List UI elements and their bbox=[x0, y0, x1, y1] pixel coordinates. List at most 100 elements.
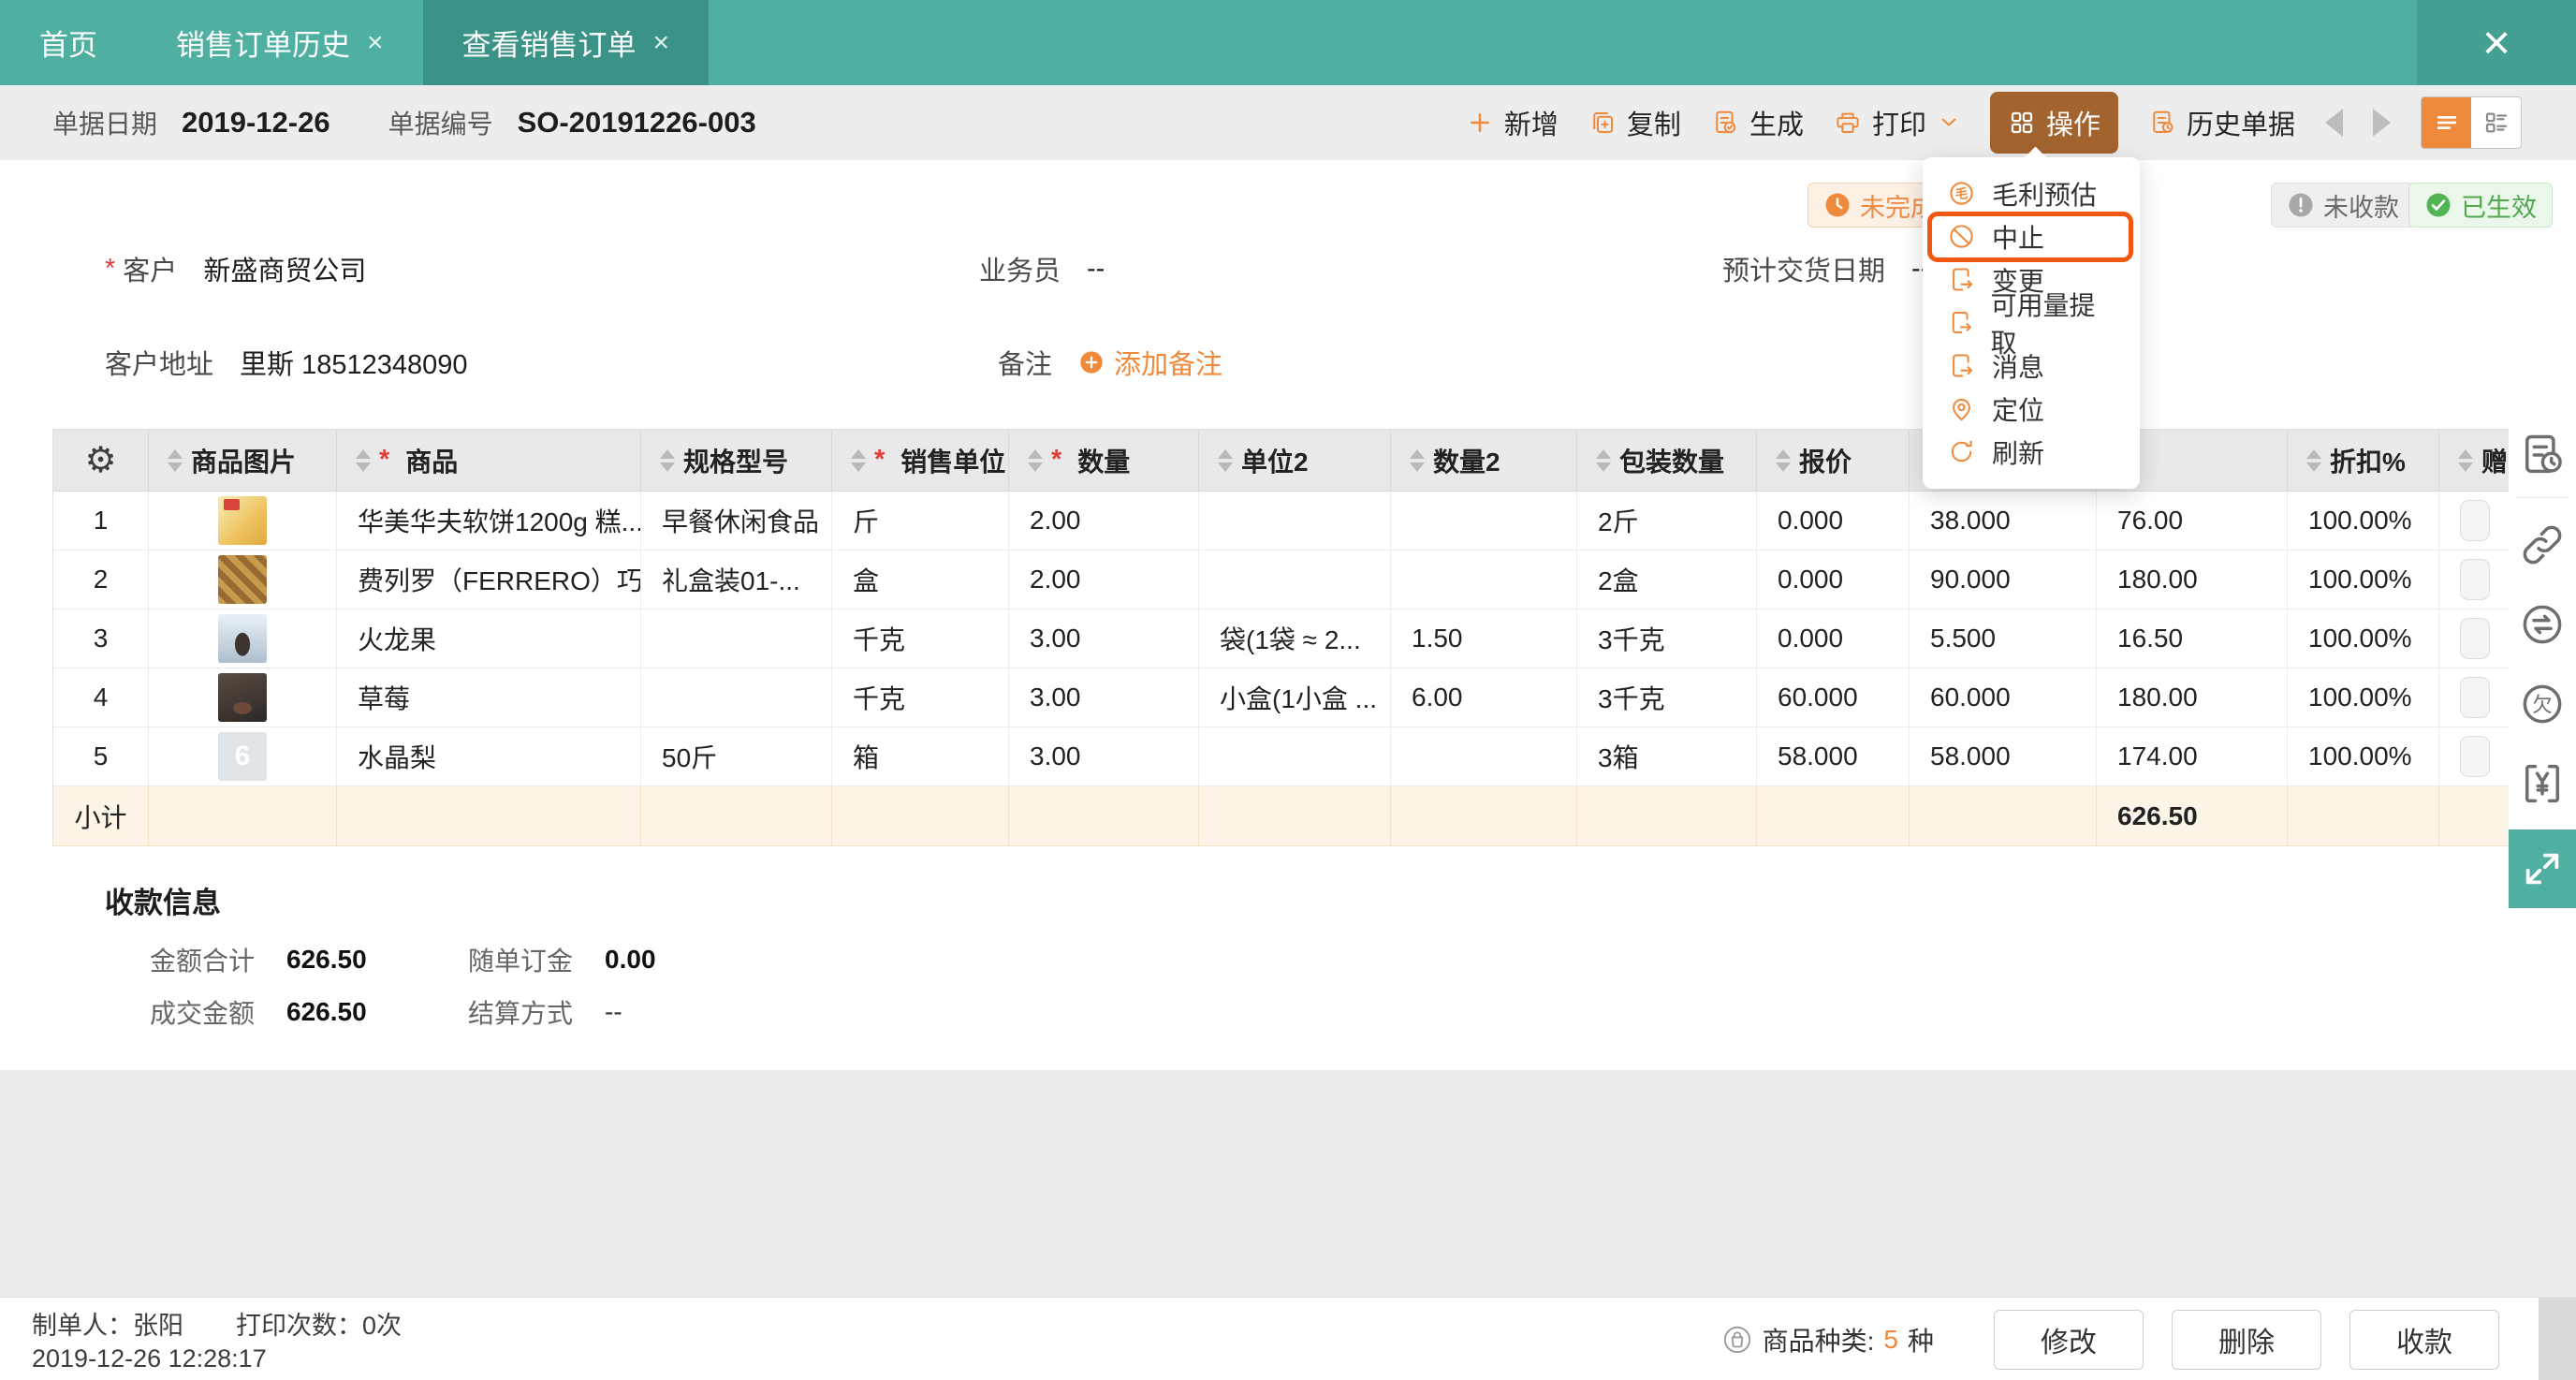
tab-label: 销售订单历史 bbox=[176, 29, 350, 62]
subtotal-cell-amount: 626.50 bbox=[2097, 786, 2288, 846]
cell-price: 5.500 bbox=[1910, 609, 2097, 668]
subtotal-cell-qty2 bbox=[1391, 786, 1577, 846]
receive-payment-button[interactable]: 收款 bbox=[2349, 1309, 2499, 1370]
add-remark-button[interactable]: 添加备注 bbox=[1078, 343, 1222, 382]
sort-arrows[interactable] bbox=[2458, 448, 2473, 472]
close-icon[interactable]: × bbox=[367, 27, 384, 59]
print-dropdown-chevron[interactable] bbox=[1938, 111, 1960, 134]
sort-arrows[interactable] bbox=[2306, 448, 2321, 472]
actions-dropdown-menu: 毛毛利预估 中止 变更 可用量提取 消息 定位 刷新 bbox=[1922, 156, 2140, 489]
cell-name: 费列罗（FERRERO）巧... bbox=[337, 551, 641, 609]
cell-unit: 千克 bbox=[832, 609, 1009, 668]
owe-tool-button[interactable]: 欠 bbox=[2518, 680, 2567, 731]
required-asterisk: * bbox=[105, 253, 116, 284]
sort-arrows[interactable] bbox=[851, 448, 866, 472]
refresh-icon bbox=[1947, 437, 1976, 466]
add-button[interactable]: 新增 bbox=[1466, 103, 1559, 142]
delete-button[interactable]: 删除 bbox=[2172, 1309, 2321, 1370]
gift-checkbox[interactable] bbox=[2459, 736, 2490, 777]
deposit-label: 随单订金 bbox=[468, 947, 574, 976]
table-column-header[interactable]: 赠 bbox=[2439, 430, 2510, 492]
action-menu-item[interactable]: 刷新 bbox=[1923, 431, 2140, 474]
gift-checkbox[interactable] bbox=[2459, 677, 2490, 718]
next-doc-arrow[interactable] bbox=[2373, 108, 2391, 137]
print-button[interactable]: 打印 bbox=[1834, 103, 1926, 142]
yen-tool-button[interactable] bbox=[2518, 759, 2567, 811]
customer-address-value: 里斯 18512348090 bbox=[240, 350, 468, 380]
table-column-header[interactable]: 数量2 bbox=[1391, 430, 1577, 492]
action-menu-item[interactable]: 毛 毛利预估 bbox=[1923, 172, 2140, 215]
status-badge-unpaid: 未收款 bbox=[2271, 183, 2415, 228]
delivery-date-field: 预计交货日期 -- bbox=[1722, 250, 1929, 287]
tab-home[interactable]: 首页 bbox=[0, 0, 137, 85]
creator-label: 制单人： bbox=[32, 1311, 133, 1340]
table-column-header[interactable]: 包装数量 bbox=[1577, 430, 1757, 492]
gift-checkbox[interactable] bbox=[2459, 559, 2490, 600]
modify-button[interactable]: 修改 bbox=[1994, 1309, 2144, 1370]
table-column-header[interactable]: * 数量 bbox=[1009, 430, 1199, 492]
salesman-field: 业务员 -- bbox=[979, 250, 1105, 287]
gift-checkbox[interactable] bbox=[2459, 618, 2490, 659]
table-column-header[interactable]: * 销售单位 bbox=[832, 430, 1009, 492]
salesman-value: -- bbox=[1087, 253, 1105, 284]
link-tool-button[interactable] bbox=[2518, 521, 2567, 572]
column-label: 单位2 bbox=[1241, 447, 1309, 477]
window-close-button[interactable]: × bbox=[2417, 0, 2576, 85]
transfer-icon bbox=[2518, 600, 2567, 649]
action-menu-item[interactable]: 消息 bbox=[1923, 345, 2140, 388]
cell-pack: 2斤 bbox=[1577, 492, 1757, 551]
doc-clock-icon bbox=[2518, 431, 2567, 479]
table-column-header[interactable]: 单位2 bbox=[1199, 430, 1391, 492]
customer-value[interactable]: 新盛商贸公司 bbox=[203, 249, 366, 288]
cell-amount: 180.00 bbox=[2097, 668, 2288, 727]
action-menu-item[interactable]: 可用量提取 bbox=[1923, 291, 2140, 358]
copy-button[interactable]: 复制 bbox=[1588, 103, 1681, 142]
customer-address-label: 客户地址 bbox=[105, 350, 214, 380]
sort-arrows[interactable] bbox=[1410, 448, 1425, 472]
sort-arrows[interactable] bbox=[168, 448, 183, 472]
close-icon[interactable]: × bbox=[653, 27, 670, 59]
sort-arrows[interactable] bbox=[1218, 448, 1233, 472]
check-icon bbox=[2424, 191, 2452, 219]
product-image bbox=[218, 614, 267, 663]
line-items-table: ⚙商品图片*商品规格型号*销售单位*数量单位2数量2包装数量报价单价折扣%赠1华… bbox=[52, 429, 2510, 846]
sort-arrows[interactable] bbox=[1776, 448, 1791, 472]
tab-view-sales-order[interactable]: 查看销售订单 × bbox=[422, 0, 710, 85]
expand-button[interactable] bbox=[2509, 829, 2576, 908]
generate-button[interactable]: 生成 bbox=[1711, 103, 1804, 142]
tab-sales-order-history[interactable]: 销售订单历史 × bbox=[137, 0, 423, 85]
kinds-count: 5 bbox=[1883, 1324, 1898, 1354]
sort-arrows[interactable] bbox=[660, 448, 675, 472]
actions-button[interactable]: 操作 毛毛利预估 中止 变更 可用量提取 消息 定位 刷新 bbox=[1922, 91, 2140, 489]
prev-doc-arrow[interactable] bbox=[2325, 108, 2343, 137]
cell-name: 华美华夫软饼1200g 糕... bbox=[337, 492, 641, 551]
sort-arrows[interactable] bbox=[1028, 448, 1043, 472]
action-menu-item[interactable]: 定位 bbox=[1923, 388, 2140, 431]
table-column-header[interactable]: 报价 bbox=[1757, 430, 1910, 492]
cell-qty2 bbox=[1391, 727, 1577, 786]
divider bbox=[2516, 497, 2569, 498]
sort-arrows[interactable] bbox=[356, 448, 371, 472]
table-column-header[interactable]: ⚙ bbox=[53, 430, 149, 492]
card-view-button[interactable] bbox=[2471, 97, 2521, 148]
action-menu-item[interactable]: 中止 bbox=[1923, 211, 2140, 262]
table-column-header[interactable]: 商品图片 bbox=[149, 430, 337, 492]
table-row: 5水晶梨50斤箱3.003箱58.00058.000174.00100.00% bbox=[53, 727, 2510, 786]
cell-unit2: 袋(1袋 ≈ 2... bbox=[1199, 609, 1391, 668]
button-label: 复制 bbox=[1626, 110, 1681, 140]
list-view-button[interactable] bbox=[2422, 96, 2471, 148]
gift-checkbox[interactable] bbox=[2459, 500, 2490, 541]
cell-qty2: 1.50 bbox=[1391, 609, 1577, 668]
required-asterisk: * bbox=[1051, 445, 1062, 475]
doc-clock-tool-button[interactable] bbox=[2518, 431, 2567, 482]
table-column-header[interactable]: * 商品 bbox=[337, 430, 641, 492]
gear-icon[interactable]: ⚙ bbox=[84, 443, 116, 478]
svg-text:毛: 毛 bbox=[1955, 185, 1969, 200]
subtotal-cell-image bbox=[149, 786, 337, 846]
table-column-header[interactable]: 折扣% bbox=[2288, 430, 2439, 492]
sort-arrows[interactable] bbox=[1596, 448, 1611, 472]
history-docs-button[interactable]: 历史单据 bbox=[2148, 103, 2295, 142]
transfer-tool-button[interactable] bbox=[2518, 600, 2567, 652]
table-column-header[interactable]: 规格型号 bbox=[641, 430, 832, 492]
footer-actions: 商品种类: 5 种 修改 删除 收款 bbox=[1721, 1298, 2499, 1380]
